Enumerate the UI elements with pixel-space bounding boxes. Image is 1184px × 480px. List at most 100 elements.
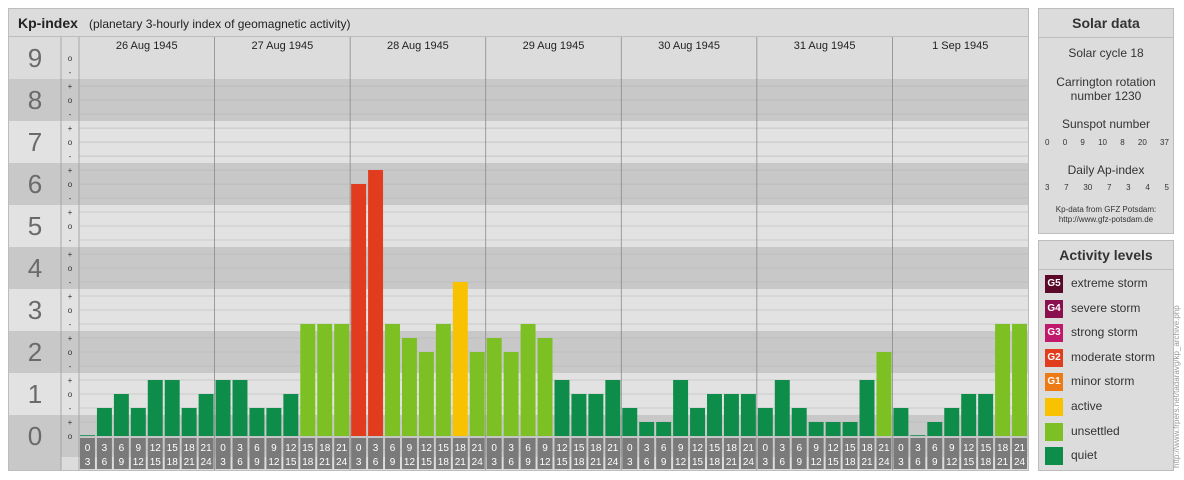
interval-end-label: 21 bbox=[184, 457, 196, 468]
ap-value: 7 bbox=[1106, 183, 1112, 192]
sunspot-number-title: Sunspot number bbox=[1061, 117, 1151, 131]
kp-bar bbox=[537, 338, 553, 436]
interval-end-label: 9 bbox=[254, 457, 260, 468]
kp-bar bbox=[876, 352, 892, 436]
interval-start-label: 12 bbox=[285, 443, 297, 454]
ap-value: 7 bbox=[1064, 183, 1069, 192]
kp-bar bbox=[774, 380, 790, 436]
kp-bar bbox=[944, 407, 960, 436]
y-tick-label: 8 bbox=[28, 85, 42, 115]
kp-bar bbox=[351, 184, 367, 436]
activity-level-swatch bbox=[1045, 398, 1063, 416]
activity-level-label: unsettled bbox=[1071, 423, 1120, 438]
interval-start-label: 12 bbox=[421, 443, 433, 454]
interval-end-label: 6 bbox=[237, 457, 243, 468]
interval-start-label: 6 bbox=[932, 443, 938, 454]
interval-start-label: 18 bbox=[184, 443, 196, 454]
interval-end-label: 18 bbox=[302, 457, 314, 468]
activity-level-label: moderate storm bbox=[1071, 349, 1156, 364]
activity-level-swatch: G3 bbox=[1045, 324, 1063, 343]
interval-end-label: 3 bbox=[85, 457, 91, 468]
interval-start-label: 15 bbox=[438, 443, 450, 454]
interval-start-label: 9 bbox=[271, 443, 277, 454]
kp-bar bbox=[927, 422, 943, 436]
kp-bar bbox=[435, 323, 451, 436]
interval-start-label: 18 bbox=[726, 443, 738, 454]
kp-bar bbox=[215, 380, 231, 436]
y-subtick-label: o bbox=[68, 264, 73, 273]
interval-end-label: 21 bbox=[997, 457, 1009, 468]
interval-start-label: 15 bbox=[167, 443, 179, 454]
kp-bar bbox=[266, 407, 282, 436]
interval-end-label: 15 bbox=[150, 457, 162, 468]
day-label: 29 Aug 1945 bbox=[523, 40, 585, 52]
interval-end-label: 15 bbox=[285, 457, 297, 468]
interval-end-label: 18 bbox=[845, 457, 857, 468]
kp-bar bbox=[910, 435, 926, 436]
y-subtick-label: - bbox=[69, 152, 72, 161]
activity-level-swatch bbox=[1045, 447, 1063, 466]
interval-start-label: 21 bbox=[472, 443, 484, 454]
activity-level-label: extreme storm bbox=[1071, 276, 1148, 290]
y-tick-label: 3 bbox=[28, 295, 42, 325]
y-tick-label: 1 bbox=[28, 379, 42, 409]
kp-bar bbox=[198, 394, 214, 436]
interval-start-label: 3 bbox=[102, 443, 108, 454]
interval-start-label: 12 bbox=[150, 443, 162, 454]
interval-start-label: 3 bbox=[508, 443, 514, 454]
y-subtick-label: - bbox=[69, 404, 72, 413]
interval-end-label: 15 bbox=[556, 457, 568, 468]
interval-end-label: 3 bbox=[898, 457, 904, 468]
interval-start-label: 9 bbox=[678, 443, 684, 454]
interval-end-label: 24 bbox=[336, 457, 348, 468]
sunspot-values: 0 0 9 10 8 20 37 bbox=[1045, 138, 1169, 147]
activity-level-label: active bbox=[1071, 399, 1103, 413]
interval-end-label: 24 bbox=[1014, 457, 1026, 468]
kp-bar bbox=[418, 352, 434, 436]
kp-bar bbox=[554, 380, 570, 436]
kp-bar bbox=[622, 407, 638, 436]
interval-end-label: 6 bbox=[373, 457, 379, 468]
interval-end-label: 21 bbox=[861, 457, 873, 468]
interval-start-label: 0 bbox=[356, 443, 362, 454]
y-tick-label: 2 bbox=[28, 337, 42, 367]
kp-bar-chart: 0123456789o+-o+-o+-o+-o+-o+-o+-o+-o+-o26… bbox=[9, 37, 1028, 470]
activity-levels-panel: Activity levels G5 extreme storm G4 severe … bbox=[1038, 240, 1174, 471]
sunspot-value: 8 bbox=[1120, 138, 1125, 147]
interval-end-label: 3 bbox=[491, 457, 497, 468]
ap-values: 3 7 30 7 3 4 5 bbox=[1045, 183, 1169, 192]
kp-bar bbox=[401, 338, 417, 436]
y-tick-label: 4 bbox=[28, 253, 42, 283]
sunspot-value: 10 bbox=[1098, 138, 1107, 147]
y-subtick-label: + bbox=[68, 124, 73, 133]
activity-level-swatch: G4 bbox=[1045, 299, 1063, 318]
kp-bar bbox=[825, 422, 841, 436]
interval-start-label: 18 bbox=[455, 443, 467, 454]
interval-start-label: 15 bbox=[709, 443, 721, 454]
interval-start-label: 3 bbox=[915, 443, 921, 454]
kp-bar bbox=[808, 422, 824, 436]
kp-bar bbox=[723, 394, 739, 436]
interval-start-label: 12 bbox=[692, 443, 704, 454]
kp-bar bbox=[995, 323, 1011, 436]
y-subtick-label: o bbox=[68, 138, 73, 147]
carrington-rotation-line2: number 1230 bbox=[1070, 89, 1142, 103]
interval-start-label: 21 bbox=[336, 443, 348, 454]
interval-start-label: 21 bbox=[201, 443, 213, 454]
interval-start-label: 9 bbox=[136, 443, 142, 454]
interval-end-label: 12 bbox=[811, 457, 823, 468]
kp-bar bbox=[181, 407, 197, 436]
y-subtick-label: + bbox=[68, 250, 73, 259]
source-text-line2: http://www.gfz-potsdam.de bbox=[1058, 215, 1154, 224]
kp-bar bbox=[249, 407, 265, 436]
kp-bar bbox=[232, 380, 248, 436]
kp-bar bbox=[791, 407, 807, 436]
interval-end-label: 21 bbox=[319, 457, 331, 468]
interval-end-label: 15 bbox=[828, 457, 840, 468]
kp-chart-panel: Kp-index (planetary 3-hourly index of ge… bbox=[8, 8, 1029, 471]
kp-bar bbox=[707, 394, 722, 436]
sunspot-value: 37 bbox=[1160, 138, 1169, 147]
y-subtick-label: o bbox=[68, 348, 73, 357]
kp-bar bbox=[961, 394, 977, 436]
interval-start-label: 0 bbox=[627, 443, 633, 454]
